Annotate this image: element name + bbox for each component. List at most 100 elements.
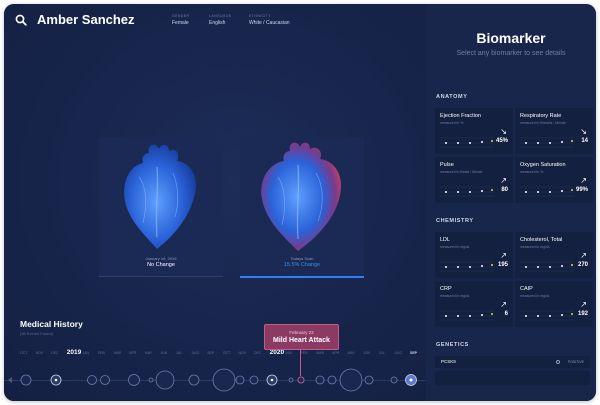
sparkline (520, 261, 574, 272)
event-marker-dot (270, 378, 274, 382)
sparkline-point (549, 315, 551, 317)
trend-arrow-icon: ↘ (500, 127, 507, 136)
tooltip-event: Mild Heart Attack (273, 337, 330, 344)
section-anatomy: ANATOMY (436, 94, 468, 100)
event-marker[interactable] (100, 375, 110, 385)
genetics-item[interactable]: PCSK9 POSITIVE (435, 356, 590, 368)
sparkline-point (525, 142, 527, 144)
sparkline (520, 186, 574, 197)
event-marker[interactable] (390, 376, 398, 384)
event-marker[interactable] (212, 368, 236, 392)
event-marker[interactable] (315, 375, 325, 385)
event-tooltip[interactable]: February 23 Mild Heart Attack (264, 324, 339, 350)
event-marker[interactable] (327, 375, 337, 385)
event-marker[interactable] (339, 368, 363, 392)
search-icon[interactable] (15, 14, 27, 26)
event-marker[interactable] (155, 370, 175, 390)
timeline-month: JUL (378, 351, 386, 355)
scan-card-today[interactable]: Todays Scan 15.5% Change (240, 137, 364, 277)
gender-field: GENDER Female (172, 14, 189, 26)
biomarker-value: 80 (501, 187, 508, 193)
biomarker-value: 45% (495, 138, 508, 144)
event-marker[interactable] (148, 377, 154, 383)
sparkline-point (491, 313, 493, 315)
trend-arrow-icon: ↗ (580, 176, 587, 185)
patient-header: Amber Sanchez GENDER Female LANGUAGE Eng… (4, 4, 426, 38)
event-marker[interactable] (128, 374, 140, 386)
biomarker-card[interactable]: CAIP measured in mg/dL ↗ 192 (515, 281, 593, 327)
biomarker-unit: measured in mg/dL (440, 294, 470, 298)
language-field: LANGUAGE English (209, 14, 232, 26)
trend-arrow-icon: ↗ (580, 251, 587, 260)
biomarker-unit: measured in mg/dL (520, 245, 550, 249)
event-marker-heart-attack[interactable] (297, 376, 305, 384)
event-marker[interactable] (235, 375, 245, 385)
sidebar-title: Biomarker (476, 30, 546, 46)
timeline-months: OCT NOV DEC 2019 JAN FEB MAR APR MAY JUN JUL AUG SEP… (4, 349, 426, 359)
event-marker[interactable] (87, 375, 97, 385)
sparkline-point (537, 266, 539, 268)
language-label: LANGUAGE (209, 14, 232, 18)
main-panel: Amber Sanchez GENDER Female LANGUAGE Eng… (4, 4, 426, 401)
biomarker-name: Pulse (440, 162, 454, 168)
biomarker-name: Oxygen Saturation (520, 162, 566, 168)
sparkline (520, 137, 574, 148)
biomarker-value: 192 (577, 311, 588, 317)
timeline-month: APR (332, 351, 340, 355)
timeline-month: SEP (207, 351, 215, 355)
biomarker-card[interactable]: Oxygen Saturation measured in % ↗ 99% (515, 157, 593, 203)
timeline-month: JAN (285, 351, 292, 355)
biomarker-card[interactable]: Cholesterol, Total measured in mg/dL ↗ 270 (515, 232, 593, 278)
biomarker-name: CRP (440, 286, 452, 292)
heart-scan-image (261, 142, 342, 251)
sparkline (520, 310, 574, 321)
biomarker-unit: measured in Breaths / Minute (520, 121, 566, 125)
event-marker[interactable] (188, 374, 200, 386)
biomarker-name: Cholesterol, Total (520, 237, 563, 243)
timeline-month: JUN (363, 351, 370, 355)
timeline-month: DEC (51, 351, 59, 355)
event-marker[interactable] (20, 374, 32, 386)
event-marker[interactable] (288, 377, 294, 383)
sparkline (440, 261, 494, 272)
sparkline-point (561, 190, 563, 192)
biomarker-card[interactable]: Ejection Fraction measured in % ↘ 45% (435, 108, 513, 154)
gender-label: GENDER (172, 14, 190, 18)
timeline-month: MAY (144, 351, 153, 355)
sparkline-point (537, 142, 539, 144)
event-marker[interactable] (364, 375, 374, 385)
ethnicity-label: ETHNICITY (249, 14, 272, 18)
timeline-month: NOV (238, 351, 246, 355)
timeline-scroll-left-icon[interactable] (8, 377, 12, 383)
timeline-month: NOV (35, 351, 44, 355)
timeline-month: OCT (20, 351, 28, 355)
biomarker-card[interactable]: Pulse measured in Beats / Minute ↗ 80 (435, 157, 513, 203)
tooltip-date: February 23 (289, 330, 314, 335)
sparkline-point (571, 140, 573, 142)
biomarker-card[interactable]: Respiratory Rate measured in Breaths / Mi… (515, 108, 593, 154)
sparkline-point (445, 191, 447, 193)
history-count: (36 Events Found) (20, 331, 53, 336)
biomarker-sidebar: Biomarker Select any biomarker to see de… (426, 4, 596, 401)
biomarker-card[interactable]: CRP measured in mg/dL ↗ 6 (435, 281, 513, 327)
biomarker-unit: measured in mg/dL (440, 245, 470, 249)
timeline-month: MAR (316, 351, 325, 355)
biomarker-card[interactable]: LDL measured in mg/dL ↗ 195 (435, 232, 513, 278)
heart-scan-image (124, 144, 197, 249)
sparkline (440, 310, 494, 321)
scan-date: January 16, 2019 (145, 256, 177, 261)
trend-arrow-icon: ↗ (500, 176, 507, 185)
timeline-events[interactable] (4, 364, 426, 401)
scan-status: No Change (147, 262, 175, 268)
genetics-item-empty (435, 371, 590, 385)
sparkline-point (457, 191, 459, 193)
trend-arrow-icon: ↗ (580, 300, 587, 309)
scan-card-previous[interactable]: January 16, 2019 No Change (99, 137, 223, 277)
history-title: Medical History (20, 319, 83, 329)
sparkline-point (571, 189, 573, 191)
sparkline-point (561, 314, 563, 316)
event-marker-dot (409, 378, 413, 382)
sparkline (440, 137, 494, 148)
event-marker[interactable] (249, 375, 259, 385)
section-genetics: GENETICS (436, 342, 469, 348)
